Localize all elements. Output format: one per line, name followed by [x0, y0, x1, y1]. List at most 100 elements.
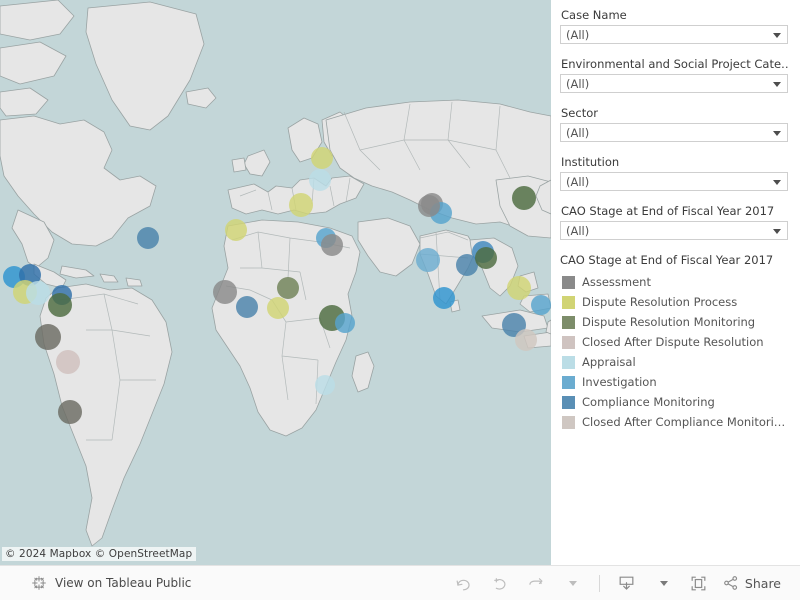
view-on-tableau-public-button[interactable]: View on Tableau Public — [0, 574, 191, 592]
filter-project-category: Environmental and Social Project Cate… (A… — [551, 57, 800, 93]
legend-swatch — [562, 395, 575, 409]
mark-belarus[interactable] — [311, 147, 333, 169]
legend-item[interactable]: Closed After Compliance Monitori… — [560, 412, 790, 432]
legend-item[interactable]: Compliance Monitoring — [560, 392, 790, 412]
map-pane[interactable]: © 2024 Mapbox © OpenStreetMap — [0, 0, 551, 565]
legend-title: CAO Stage at End of Fiscal Year 2017 — [560, 253, 774, 267]
legend-swatch — [562, 355, 575, 369]
mark-atlantic[interactable] — [137, 227, 159, 249]
legend-item[interactable]: Appraisal — [560, 352, 790, 372]
filter-sector-dropdown[interactable]: (All) — [560, 123, 788, 142]
download-dropdown-button[interactable] — [650, 570, 676, 596]
legend-item-label: Closed After Compliance Monitori… — [582, 415, 786, 429]
chevron-down-icon — [568, 580, 577, 586]
legend-item-label: Dispute Resolution Monitoring — [582, 315, 756, 329]
legend-item[interactable]: Investigation — [560, 372, 790, 392]
mark-peru[interactable] — [35, 324, 61, 350]
mark-bolivia[interactable] — [56, 350, 80, 374]
legend-item[interactable]: Dispute Resolution Monitoring — [560, 312, 790, 332]
revert-button[interactable] — [523, 570, 549, 596]
mark-south-india[interactable] — [433, 287, 455, 309]
fullscreen-button[interactable] — [686, 570, 712, 596]
legend-item-label: Dispute Resolution Process — [582, 295, 738, 309]
mark-morocco[interactable] — [225, 219, 247, 241]
legend-item-label: Closed After Dispute Resolution — [582, 335, 764, 349]
filter-cao-stage: CAO Stage at End of Fiscal Year 2017 (All… — [551, 204, 800, 240]
share-button[interactable]: Share — [722, 570, 781, 596]
world-map — [0, 0, 551, 565]
mark-ukraine[interactable] — [309, 169, 331, 191]
chevron-down-icon — [659, 580, 668, 586]
filter-case-name-value: (All) — [566, 27, 590, 42]
view-on-tableau-public-label: View on Tableau Public — [55, 576, 192, 590]
map-attribution: © 2024 Mapbox © OpenStreetMap — [2, 547, 197, 561]
tableau-dashboard: © 2024 Mapbox © OpenStreetMap Case Name (… — [0, 0, 800, 600]
download-button[interactable] — [614, 570, 640, 596]
filter-project-category-label: Environmental and Social Project Cate… — [561, 57, 788, 71]
filter-institution-value: (All) — [566, 174, 590, 189]
filter-project-category-dropdown[interactable]: (All) — [560, 74, 788, 93]
mark-kenya[interactable] — [335, 313, 355, 333]
mark-colombia-coast[interactable] — [26, 281, 50, 305]
mark-ghana[interactable] — [236, 296, 258, 318]
mark-central-asia[interactable] — [418, 195, 440, 217]
chevron-down-icon — [773, 32, 781, 38]
filter-sector: Sector (All) — [551, 106, 800, 142]
chevron-down-icon — [773, 130, 781, 136]
mark-cameroon[interactable] — [267, 297, 289, 319]
mark-borneo[interactable] — [531, 295, 551, 315]
mark-java[interactable] — [515, 329, 537, 351]
chevron-down-icon — [773, 179, 781, 185]
filter-institution-dropdown[interactable]: (All) — [560, 172, 788, 191]
mark-balkans[interactable] — [289, 193, 313, 217]
filter-cao-stage-dropdown[interactable]: (All) — [560, 221, 788, 240]
mark-west-africa[interactable] — [213, 280, 237, 304]
legend-item-label: Appraisal — [582, 355, 636, 369]
legend-swatch — [562, 275, 575, 289]
filter-sector-label: Sector — [561, 106, 598, 120]
legend-swatch — [562, 295, 575, 309]
filter-sector-value: (All) — [566, 125, 590, 140]
legend-item-label: Assessment — [582, 275, 651, 289]
toolbar-actions: Share — [446, 570, 800, 596]
filter-case-name-label: Case Name — [561, 8, 627, 22]
mark-southern-africa[interactable] — [315, 375, 335, 395]
mark-colombia[interactable] — [48, 293, 72, 317]
legend-swatch — [562, 375, 575, 389]
filter-case-name: Case Name (All) — [551, 8, 800, 44]
mark-myanmar[interactable] — [475, 247, 497, 269]
filter-institution: Institution (All) — [551, 155, 800, 191]
toolbar-divider — [598, 574, 600, 592]
legend-swatch — [562, 335, 575, 349]
legend-item[interactable]: Closed After Dispute Resolution — [560, 332, 790, 352]
legend-item[interactable]: Assessment — [560, 272, 790, 292]
chevron-down-icon — [773, 81, 781, 87]
mark-chad[interactable] — [277, 277, 299, 299]
legend-item[interactable]: Dispute Resolution Process — [560, 292, 790, 312]
filter-case-name-dropdown[interactable]: (All) — [560, 25, 788, 44]
revert-dropdown-button[interactable] — [559, 570, 585, 596]
share-label: Share — [744, 575, 781, 591]
tableau-logo-icon — [30, 574, 48, 592]
legend-swatch — [562, 415, 575, 429]
chevron-down-icon — [773, 228, 781, 234]
legend: CAO Stage at End of Fiscal Year 2017 Ass… — [551, 253, 800, 432]
filters-container: Case Name (All) Environmental and Social P… — [551, 8, 800, 240]
mark-argentina[interactable] — [58, 400, 82, 424]
redo-button[interactable] — [487, 570, 513, 596]
mark-philippines[interactable] — [507, 276, 531, 300]
legend-items: Assessment Dispute Resolution Process Disp… — [560, 272, 790, 432]
filter-cao-stage-label: CAO Stage at End of Fiscal Year 2017 — [561, 204, 775, 218]
legend-item-label: Investigation — [582, 375, 657, 389]
undo-button[interactable] — [451, 570, 477, 596]
legend-item-label: Compliance Monitoring — [582, 395, 715, 409]
legend-swatch — [562, 315, 575, 329]
filter-cao-stage-value: (All) — [566, 223, 590, 238]
mark-egypt[interactable] — [321, 234, 343, 256]
bottom-toolbar: View on Tableau Public Share — [0, 565, 800, 600]
controls-panel: Case Name (All) Environmental and Social P… — [551, 0, 800, 565]
mark-west-india[interactable] — [416, 248, 440, 272]
filter-institution-label: Institution — [561, 155, 620, 169]
filter-project-category-value: (All) — [566, 76, 590, 91]
mark-mongolia[interactable] — [512, 186, 536, 210]
